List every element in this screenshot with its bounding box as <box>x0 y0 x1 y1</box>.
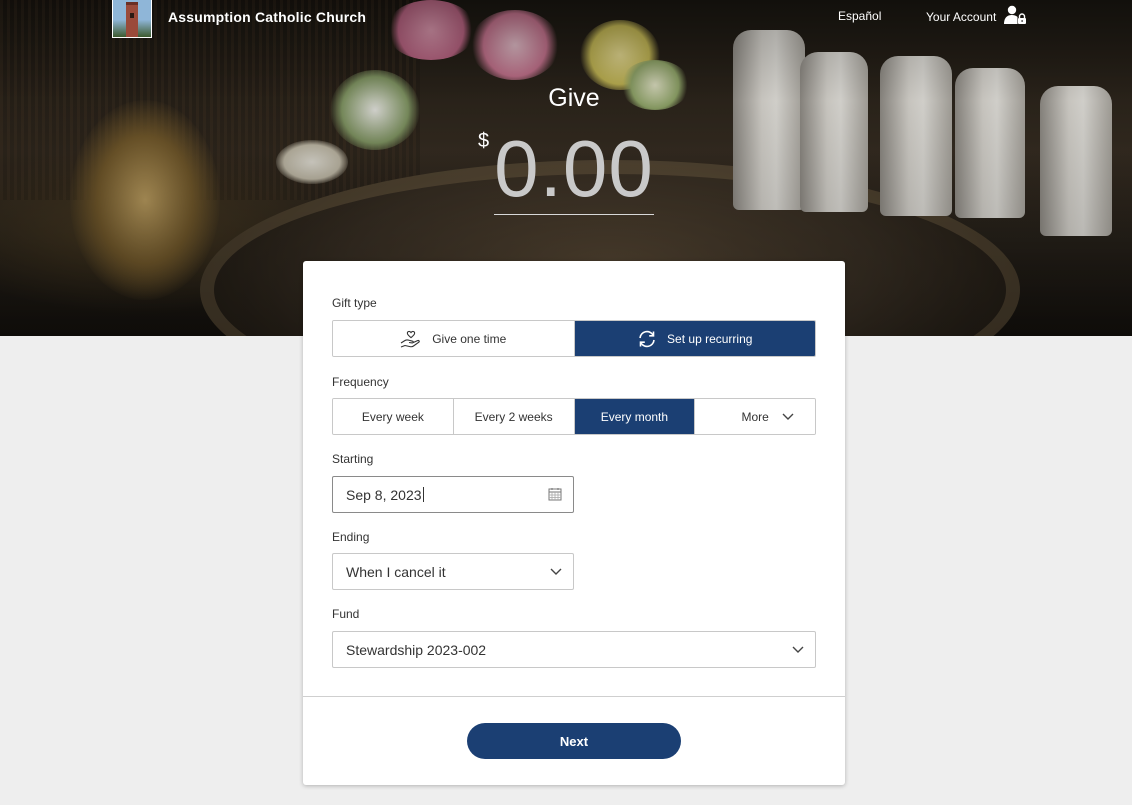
text-cursor <box>422 487 424 502</box>
currency-symbol: $ <box>478 130 490 152</box>
calendar-icon[interactable] <box>548 487 562 501</box>
chevron-down-icon <box>782 413 794 420</box>
ending-label: Ending <box>332 530 370 544</box>
set-up-recurring-label: Set up recurring <box>667 331 753 346</box>
frequency-selector: Every week Every 2 weeks Every month Mor… <box>332 398 816 435</box>
give-one-time-button[interactable]: Give one time <box>333 321 575 356</box>
frequency-label: Frequency <box>332 375 389 389</box>
give-one-time-label: Give one time <box>432 331 507 346</box>
chevron-down-icon <box>550 568 562 575</box>
gift-type-label: Gift type <box>332 296 377 310</box>
account-lock-icon[interactable] <box>1003 5 1027 25</box>
chevron-down-icon <box>792 646 804 653</box>
frequency-every-week[interactable]: Every week <box>333 399 454 434</box>
starting-date-input[interactable]: Sep 8, 2023 <box>332 476 574 513</box>
frequency-every-2-weeks[interactable]: Every 2 weeks <box>453 399 575 434</box>
frequency-more-dropdown[interactable]: More <box>695 399 815 434</box>
frequency-every-month[interactable]: Every month <box>574 399 696 434</box>
ending-dropdown[interactable]: When I cancel it <box>332 553 574 590</box>
account-link[interactable]: Your Account <box>926 10 996 24</box>
church-logo[interactable] <box>112 0 152 38</box>
give-form-card: Gift type Give one time Set up recurring… <box>303 261 845 785</box>
next-button[interactable]: Next <box>467 723 681 759</box>
give-title: Give <box>548 84 600 112</box>
fund-label: Fund <box>332 607 360 621</box>
fund-value: Stewardship 2023-002 <box>346 641 487 658</box>
fund-dropdown[interactable]: Stewardship 2023-002 <box>332 631 816 668</box>
starting-date-value: Sep 8, 2023 <box>346 486 422 503</box>
language-link[interactable]: Español <box>838 9 881 23</box>
frequency-more-label: More <box>741 409 769 424</box>
card-divider <box>303 696 845 697</box>
ending-value: When I cancel it <box>346 563 446 580</box>
church-name[interactable]: Assumption Catholic Church <box>168 9 366 25</box>
church-tower-image <box>126 2 138 37</box>
gift-type-selector: Give one time Set up recurring <box>332 320 816 357</box>
recurring-arrows-icon <box>639 330 655 347</box>
hand-heart-icon <box>400 330 420 348</box>
starting-label: Starting <box>332 452 374 466</box>
amount-input[interactable]: 0.00 <box>494 124 654 214</box>
amount-underline <box>494 214 654 215</box>
set-up-recurring-button[interactable]: Set up recurring <box>574 321 815 356</box>
